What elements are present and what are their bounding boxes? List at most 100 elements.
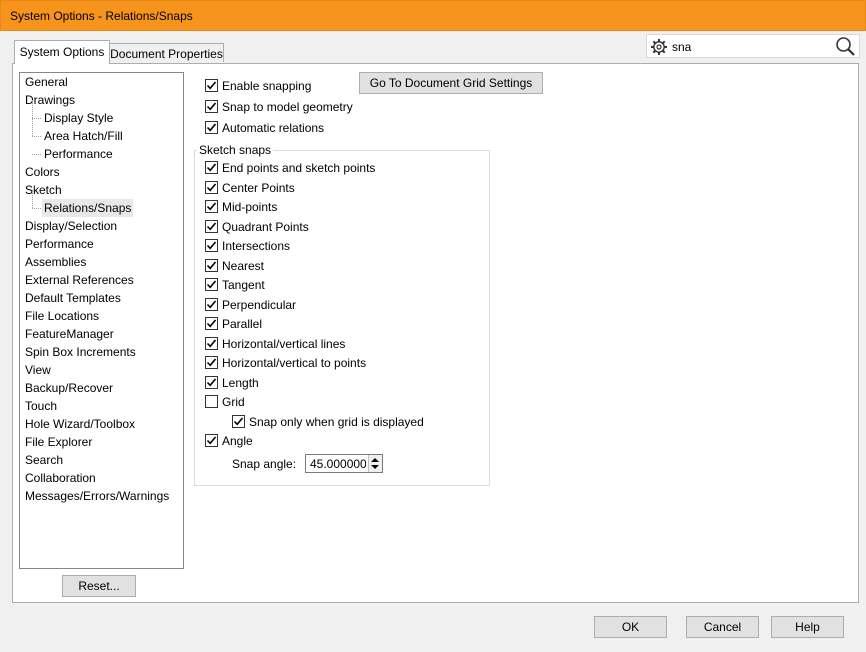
sketch-snap-checkbox[interactable]: Horizontal/vertical to points: [205, 356, 366, 372]
sketch-snap-label: Perpendicular: [222, 298, 297, 312]
tree-item[interactable]: Display Style: [44, 109, 113, 127]
tree-item[interactable]: External References: [25, 271, 134, 289]
tree-item[interactable]: Spin Box Increments: [25, 343, 136, 361]
tree-item[interactable]: Area Hatch/Fill: [44, 127, 123, 145]
sketch-snap-checkbox[interactable]: Parallel: [205, 317, 262, 333]
checkmark-icon: [206, 358, 217, 367]
gear-icon[interactable]: [650, 38, 668, 56]
checkmark-icon: [206, 339, 217, 348]
checkbox-icon[interactable]: [205, 200, 218, 213]
sketch-snap-label: Quadrant Points: [222, 220, 309, 234]
tree-item[interactable]: Messages/Errors/Warnings: [25, 487, 169, 505]
tree-item[interactable]: Default Templates: [25, 289, 121, 307]
checkbox-icon[interactable]: [205, 395, 218, 408]
tab-system-options-label: System Options: [19, 45, 105, 59]
spin-arrows[interactable]: [368, 455, 382, 472]
go-to-document-grid-settings-button[interactable]: Go To Document Grid Settings: [359, 72, 543, 94]
tab-system-options[interactable]: System Options: [14, 40, 110, 64]
tree-item[interactable]: General: [25, 73, 68, 91]
ok-button[interactable]: OK: [594, 616, 667, 638]
checkbox-icon[interactable]: [205, 376, 218, 389]
tree-item[interactable]: FeatureManager: [25, 325, 114, 343]
sketch-snap-checkbox[interactable]: Angle: [205, 434, 253, 450]
checkbox-icon[interactable]: [205, 434, 218, 447]
tree-item[interactable]: View: [25, 361, 51, 379]
search-box[interactable]: sna: [646, 34, 860, 58]
sketch-snap-checkbox[interactable]: Nearest: [205, 259, 264, 275]
checkbox-icon[interactable]: [205, 121, 218, 134]
snap-to-model-geometry-label: Snap to model geometry: [222, 100, 353, 114]
checkbox-icon[interactable]: [205, 181, 218, 194]
checkbox-icon[interactable]: [205, 220, 218, 233]
sketch-snap-checkbox[interactable]: Intersections: [205, 239, 290, 255]
sketch-snap-checkbox[interactable]: Quadrant Points: [205, 220, 309, 236]
search-icon[interactable]: [835, 36, 856, 57]
tree-item[interactable]: Assemblies: [25, 253, 86, 271]
checkbox-icon[interactable]: [205, 239, 218, 252]
checkbox-icon[interactable]: [205, 356, 218, 369]
sketch-snap-label: Length: [222, 376, 259, 390]
tree-item[interactable]: Backup/Recover: [25, 379, 113, 397]
reset-button[interactable]: Reset...: [62, 575, 136, 597]
checkmark-icon: [206, 183, 217, 192]
tree-item[interactable]: Touch: [25, 397, 57, 415]
tree-item[interactable]: Relations/Snaps: [42, 199, 134, 217]
tree-item[interactable]: Colors: [25, 163, 60, 181]
title-bar[interactable]: System Options - Relations/Snaps: [0, 0, 866, 31]
checkbox-icon[interactable]: [205, 298, 218, 311]
sketch-snap-label: Angle: [222, 434, 253, 448]
checkbox-icon[interactable]: [205, 100, 218, 113]
checkmark-icon: [206, 378, 217, 387]
spin-up-icon[interactable]: [371, 458, 379, 462]
options-tree[interactable]: General Drawings Display Style Area Hatch/F…: [19, 72, 184, 569]
cancel-button[interactable]: Cancel: [686, 616, 759, 638]
sketch-snap-checkbox[interactable]: Snap only when grid is displayed: [232, 415, 424, 431]
tree-item[interactable]: Performance: [25, 235, 94, 253]
checkbox-icon[interactable]: [205, 337, 218, 350]
checkbox-icon[interactable]: [205, 317, 218, 330]
sketch-snap-checkbox[interactable]: Perpendicular: [205, 298, 296, 314]
checkbox-icon[interactable]: [205, 278, 218, 291]
sketch-snap-label: Center Points: [222, 181, 295, 195]
snap-angle-spinbox[interactable]: 45.0000000: [305, 454, 383, 473]
checkbox-icon[interactable]: [232, 415, 245, 428]
checkbox-icon[interactable]: [205, 79, 218, 92]
checkmark-icon: [206, 102, 217, 111]
automatic-relations-checkbox[interactable]: Automatic relations: [205, 121, 324, 137]
sketch-snap-checkbox[interactable]: Tangent: [205, 278, 265, 294]
tree-item[interactable]: Search: [25, 451, 63, 469]
checkmark-icon: [206, 202, 217, 211]
tree-item[interactable]: Performance: [44, 145, 113, 163]
tree-item[interactable]: Display/Selection: [25, 217, 117, 235]
window-title: System Options - Relations/Snaps: [10, 9, 193, 23]
checkmark-icon: [206, 163, 217, 172]
tree-connector: [32, 118, 41, 119]
sketch-snap-checkbox[interactable]: End points and sketch points: [205, 161, 375, 177]
checkmark-icon: [206, 300, 217, 309]
help-button[interactable]: Help: [771, 616, 844, 638]
sketch-snap-label: End points and sketch points: [222, 161, 376, 175]
tree-item[interactable]: Hole Wizard/Toolbox: [25, 415, 135, 433]
sketch-snap-checkbox[interactable]: Horizontal/vertical lines: [205, 337, 345, 353]
checkbox-icon[interactable]: [205, 259, 218, 272]
enable-snapping-checkbox[interactable]: Enable snapping: [205, 79, 311, 95]
tab-document-properties[interactable]: Document Properties: [109, 43, 224, 62]
sketch-snap-checkbox[interactable]: Center Points: [205, 181, 295, 197]
search-input[interactable]: sna: [672, 40, 691, 54]
snap-to-model-geometry-checkbox[interactable]: Snap to model geometry: [205, 100, 353, 116]
tree-item[interactable]: File Explorer: [25, 433, 92, 451]
tree-item[interactable]: Sketch: [25, 181, 62, 199]
sketch-snap-checkbox[interactable]: Grid: [205, 395, 245, 411]
sketch-snap-label: Intersections: [222, 239, 291, 253]
sketch-snap-checkbox[interactable]: Mid-points: [205, 200, 277, 216]
checkmark-icon: [206, 222, 217, 231]
snap-angle-input[interactable]: 45.0000000: [310, 457, 366, 471]
sketch-snap-label: Tangent: [222, 278, 265, 292]
checkbox-icon[interactable]: [205, 161, 218, 174]
spin-down-icon[interactable]: [371, 465, 379, 469]
tree-item[interactable]: File Locations: [25, 307, 99, 325]
sketch-snap-checkbox[interactable]: Length: [205, 376, 259, 392]
checkmark-icon: [206, 319, 217, 328]
checkmark-icon: [206, 436, 217, 445]
tree-item[interactable]: Collaboration: [25, 469, 96, 487]
